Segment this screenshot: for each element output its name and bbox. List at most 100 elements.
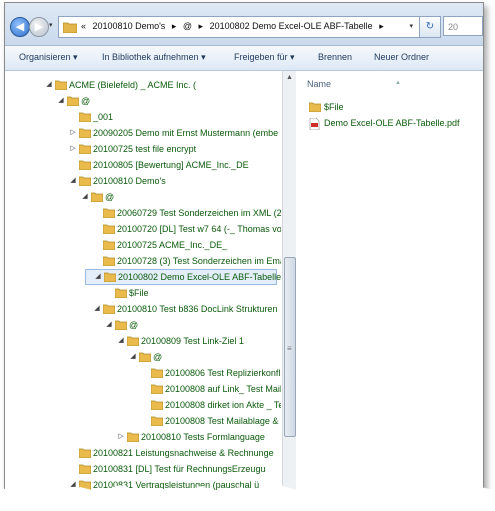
burn-button[interactable]: Brennen: [318, 52, 352, 62]
expand-arrow-icon[interactable]: ▷: [68, 141, 78, 157]
tree-item-label: @: [81, 96, 91, 106]
folder-icon: [63, 22, 77, 33]
include-in-library-button[interactable]: In Bibliothek aufnehmen ▾: [102, 52, 206, 63]
refresh-button[interactable]: ↻: [419, 16, 441, 38]
folder-icon: [115, 320, 127, 330]
expand-arrow-icon[interactable]: ▷: [116, 429, 126, 445]
scroll-up-arrow[interactable]: ▲: [283, 71, 296, 85]
folder-icon: [103, 208, 115, 218]
torn-edge-decoration: [0, 485, 495, 511]
folder-icon: [309, 102, 321, 112]
tree-item-label: 20100810 Demo's: [93, 176, 166, 186]
folder-icon: [79, 448, 91, 458]
folder-icon: [103, 304, 115, 314]
file-list-pane: Name ▲ $File Demo Excel-OLE ABF-Tabelle.…: [297, 71, 483, 495]
scroll-thumb[interactable]: ≡: [284, 257, 296, 437]
tree-item-label: 20100802 Demo Excel-OLE ABF-Tabelle: [118, 272, 281, 282]
share-with-button[interactable]: Freigeben für ▾: [234, 52, 295, 63]
tree-item-label: 20100728 (3) Test Sonderzeichen im Emai: [117, 256, 281, 266]
folder-icon: [103, 240, 115, 250]
folder-icon: [104, 272, 116, 282]
breadcrumb-separator[interactable]: ▸: [172, 21, 177, 31]
expand-arrow-icon[interactable]: ▷: [68, 125, 78, 141]
collapse-arrow-icon[interactable]: ◢: [93, 269, 103, 285]
recent-pages-dropdown[interactable]: ▾: [49, 21, 53, 29]
folder-icon: [127, 432, 139, 442]
collapse-arrow-icon[interactable]: ◢: [44, 77, 54, 93]
folder-icon: [67, 96, 79, 106]
tree-item-label: @: [105, 192, 115, 202]
folder-icon: [151, 400, 163, 410]
folder-icon: [151, 368, 163, 378]
folder-icon: [55, 80, 67, 90]
tree-item-label: 20100806 Test Replizierkonflikt: [165, 368, 281, 378]
folder-icon: [151, 416, 163, 426]
organize-button[interactable]: Organisieren ▾: [19, 52, 78, 63]
grip-icon: ≡: [287, 344, 292, 353]
new-folder-button[interactable]: Neuer Ordner: [374, 52, 429, 62]
breadcrumb-overflow[interactable]: «: [81, 21, 86, 31]
sort-arrow-icon: ▲: [395, 80, 401, 86]
tree-item-label: @: [129, 320, 139, 330]
list-item-label: $File: [324, 102, 344, 112]
tree-item-label: ACME (Bielefeld) _ ACME Inc. (: [69, 80, 197, 90]
list-item-label: Demo Excel-OLE ABF-Tabelle.pdf: [324, 118, 460, 128]
tree-item-label: 20100810 Test b836 DocLink Strukturen: [117, 304, 278, 314]
tree-item-label: $File: [129, 288, 149, 298]
folder-icon: [79, 144, 91, 154]
tree-item-label: 20100810 Tests Formlanguage: [141, 432, 265, 442]
breadcrumb-separator[interactable]: ▸: [199, 21, 204, 31]
forward-button[interactable]: ▶: [29, 17, 49, 37]
tree-item-label: 20100808 Test Mailablage & DocLinks: [165, 416, 281, 426]
collapse-arrow-icon[interactable]: ◢: [128, 349, 138, 365]
folder-icon: [91, 192, 103, 202]
folder-icon: [127, 336, 139, 346]
collapse-arrow-icon[interactable]: ◢: [56, 93, 66, 109]
tree-item-label: 20100808 auf Link_ Test Mailablage & I: [165, 384, 281, 394]
collapse-arrow-icon[interactable]: ◢: [68, 173, 78, 189]
tree-item-label: 20100809 Test Link-Ziel 1: [141, 336, 244, 346]
address-field[interactable]: « 20100810 Demo's ▸ @ ▸ 20100802 Demo Ex…: [58, 16, 420, 38]
tree-item-label: _001: [93, 112, 114, 122]
navigation-tree: ◢ ACME (Bielefeld) _ ACME Inc. (◢ @ _001 ▷ 20…: [5, 71, 281, 495]
folder-icon: [79, 160, 91, 170]
pdf-file-icon: [309, 118, 320, 130]
breadcrumb-item[interactable]: @: [183, 21, 192, 31]
folder-icon: [79, 176, 91, 186]
folder-icon: [103, 256, 115, 266]
folder-icon: [139, 352, 151, 362]
tree-item-label: 20100725 test file encrypt: [93, 144, 197, 154]
command-bar: Organisieren ▾ In Bibliothek aufnehmen ▾…: [5, 46, 483, 71]
folder-icon: [103, 224, 115, 234]
address-dropdown[interactable]: ▾: [409, 22, 413, 30]
breadcrumb-item[interactable]: 20100802 Demo Excel-OLE ABF-Tabelle: [210, 21, 373, 31]
collapse-arrow-icon[interactable]: ◢: [92, 301, 102, 317]
column-header-name[interactable]: Name ▲: [307, 79, 401, 89]
collapse-arrow-icon[interactable]: ◢: [104, 317, 114, 333]
tree-item-label: 20100805 [Bewertung] ACME_Inc._DE: [93, 160, 249, 170]
tree-scrollbar[interactable]: ▲ ≡: [282, 71, 296, 495]
folder-icon: [79, 464, 91, 474]
tree-item[interactable]: ◢ 20100802 Demo Excel-OLE ABF-Tabelle: [85, 269, 281, 285]
folder-icon: [115, 288, 127, 298]
folder-icon: [79, 112, 91, 122]
collapse-arrow-icon[interactable]: ◢: [116, 333, 126, 349]
search-input[interactable]: 20: [443, 16, 483, 36]
folder-icon: [79, 128, 91, 138]
tree-item-label: 20060729 Test Sonderzeichen im XML (2): [117, 208, 281, 218]
tree-item-label: 20090205 Demo mit Ernst Mustermann (embe: [93, 128, 279, 138]
tree-item-label: 20100821 Leistungsnachweise & Rechnunge: [93, 448, 274, 458]
breadcrumb-separator[interactable]: ▸: [379, 21, 384, 31]
breadcrumb-item[interactable]: 20100810 Demo's: [93, 21, 166, 31]
address-bar-area: ◀ ▶ ▾ « 20100810 Demo's ▸ @ ▸ 20100802 D…: [5, 3, 483, 46]
folder-icon: [151, 384, 163, 394]
explorer-window: ◀ ▶ ▾ « 20100810 Demo's ▸ @ ▸ 20100802 D…: [4, 2, 484, 496]
collapse-arrow-icon[interactable]: ◢: [80, 189, 90, 205]
tree-item-label: 20100720 [DL] Test w7 64 (-_ Thomas vom: [117, 224, 281, 234]
tree-item-label: 20100831 [DL] Test für RechnungsErzeugu: [93, 464, 266, 474]
tree-item-label: 20100725 ACME_Inc._DE_: [117, 240, 228, 250]
column-header-label: Name: [307, 79, 332, 89]
back-button[interactable]: ◀: [10, 17, 30, 37]
tree-item-label: 20100808 dirket ion Akte _ Test Mailabl: [165, 400, 281, 410]
breadcrumb: « 20100810 Demo's ▸ @ ▸ 20100802 Demo Ex…: [81, 21, 388, 32]
